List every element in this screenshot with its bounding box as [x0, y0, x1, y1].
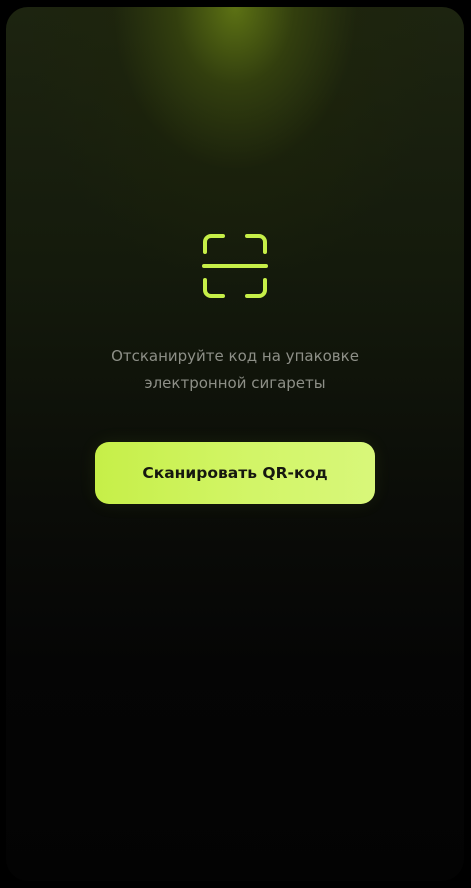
scan-hint-text: Отсканируйте код на упаковке электронной…	[6, 343, 464, 397]
qr-scan-frame-icon	[202, 234, 268, 298]
scan-qr-button[interactable]: Сканировать QR-код	[95, 442, 375, 504]
scan-hint-line-2: электронной сигареты	[144, 374, 326, 392]
scan-hint-line-1: Отсканируйте код на упаковке	[111, 347, 359, 365]
scan-screen: Отсканируйте код на упаковке электронной…	[6, 7, 464, 881]
